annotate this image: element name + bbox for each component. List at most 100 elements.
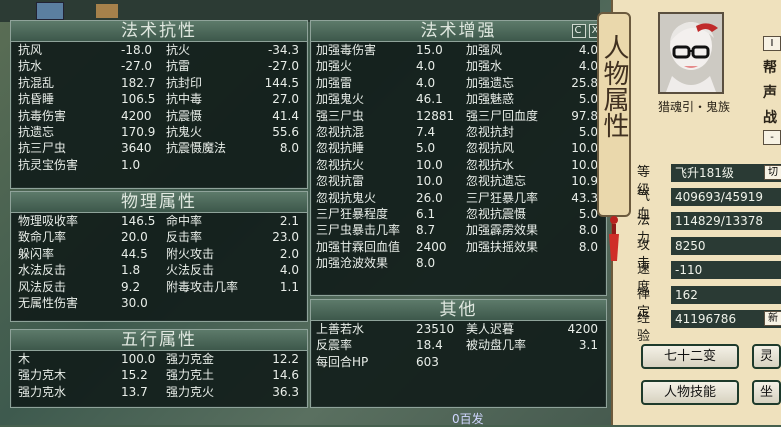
stat-label: 美人迟暮 bbox=[466, 322, 515, 336]
stat-label: 反击率 bbox=[166, 230, 203, 245]
stat-label: 附火攻击 bbox=[166, 246, 215, 261]
stat-row: 抗毒伤害 4200 抗震慑 41.4 bbox=[11, 108, 307, 124]
stat-label: 躲闪率 bbox=[18, 246, 55, 261]
stat-label: 火法反击 bbox=[166, 263, 215, 278]
stat-label: 忽视抗鬼火 bbox=[316, 190, 377, 205]
level-switch-button[interactable]: 切 bbox=[764, 165, 781, 180]
stat-label: 强三尸虫 bbox=[316, 108, 365, 123]
exp-button[interactable]: 新 bbox=[764, 311, 781, 326]
stat-label: 强力克火 bbox=[166, 384, 215, 399]
stat-label: 强三尸回血度 bbox=[466, 108, 539, 123]
stat-value: 170.9 bbox=[121, 124, 156, 139]
stat-value: 44.5 bbox=[121, 246, 148, 261]
stat-value: 9.2 bbox=[121, 279, 141, 294]
mount-button[interactable]: 坐 bbox=[752, 380, 781, 405]
stat-row: 每回合HP 603 bbox=[311, 354, 606, 370]
stat-label: 加强扶摇效果 bbox=[466, 239, 539, 254]
stat-label: 加强鬼火 bbox=[316, 92, 365, 107]
stat-label: 忽视抗睡 bbox=[316, 141, 365, 156]
other-panel: 其他 上善若水 23510 美人迟暮 4200 反震率 18.4 被动盘几率 3.1 每回合HP… bbox=[310, 299, 607, 408]
stat-label: 抗灵宝伤害 bbox=[18, 157, 79, 172]
side-button-a[interactable]: I bbox=[763, 36, 781, 51]
stat-value: 4.0 bbox=[416, 59, 436, 74]
side-tab-gang[interactable]: 帮 bbox=[763, 57, 777, 77]
stat-label: 加强毒伤害 bbox=[316, 43, 377, 57]
stat-row: 加强鬼火 46.1 加强魅惑 5.0 bbox=[311, 91, 606, 107]
stat-value: 144.5 bbox=[264, 75, 299, 90]
stat-label: 忽视抗雷 bbox=[316, 174, 365, 189]
stat-row: 物理吸收率 146.5 命中率 2.1 bbox=[11, 213, 307, 229]
stat-row: 抗风 -18.0 抗火 -34.3 bbox=[11, 42, 307, 58]
stat-value: 41.4 bbox=[272, 108, 299, 123]
stat-label: 抗昏睡 bbox=[18, 92, 55, 107]
stat-value: 46.1 bbox=[416, 92, 443, 107]
side-tab-fame[interactable]: 声 bbox=[763, 82, 777, 102]
stat-row: 抗混乱 182.7 抗封印 144.5 bbox=[11, 75, 307, 91]
side-tab-battle[interactable]: 战 bbox=[763, 107, 777, 127]
panel-title: 物理属性 bbox=[11, 192, 307, 213]
stat-row: 三尸虫暴击几率 8.7 加强霹雳效果 8.0 bbox=[311, 222, 606, 238]
stat-field-value: -110 bbox=[671, 261, 781, 279]
stat-value: 23.0 bbox=[272, 230, 299, 245]
stat-value: 13.7 bbox=[121, 384, 148, 399]
stat-value: 4.0 bbox=[416, 75, 436, 90]
stat-label: 加强遗忘 bbox=[466, 75, 515, 90]
seventy-two-transformations-button[interactable]: 七十二变 bbox=[641, 344, 739, 369]
stat-value: 2400 bbox=[416, 239, 447, 254]
stat-value: -27.0 bbox=[121, 59, 153, 74]
stat-label: 抗毒伤害 bbox=[18, 108, 67, 123]
stat-label: 忽视抗遗忘 bbox=[466, 174, 527, 189]
stat-value: 23510 bbox=[416, 322, 455, 336]
stat-value: 100.0 bbox=[121, 352, 156, 366]
stat-label: 加强风 bbox=[466, 43, 503, 57]
five-elements-panel: 五行属性 木 100.0 强力克金 12.2 强力克木 15.2 强力克土 14.6 强力克水 1… bbox=[10, 329, 308, 408]
refresh-button[interactable]: C bbox=[572, 24, 586, 38]
stat-label: 抗中毒 bbox=[166, 92, 203, 107]
stat-value: 10.9 bbox=[571, 174, 598, 189]
stat-label: 抗三尸虫 bbox=[18, 141, 67, 156]
stat-value: 14.6 bbox=[272, 368, 299, 383]
stat-row: 加强沧波效果 8.0 bbox=[311, 255, 606, 271]
stat-row: 无属性伤害 30.0 bbox=[11, 295, 307, 311]
stat-row: 躲闪率 44.5 附火攻击 2.0 bbox=[11, 246, 307, 262]
stat-row: 忽视抗火 10.0 忽视抗水 10.0 bbox=[311, 157, 606, 173]
stat-value: 43.3 bbox=[571, 190, 598, 205]
chat-fragment: 0百发 bbox=[452, 412, 484, 426]
stat-label: 抗封印 bbox=[166, 75, 203, 90]
stat-value: 8.0 bbox=[416, 256, 436, 271]
stat-row: 忽视抗鬼火 26.0 三尸狂暴几率 43.3 bbox=[311, 190, 606, 206]
stat-label: 被动盘几率 bbox=[466, 338, 527, 353]
stat-value: 4200 bbox=[567, 322, 598, 336]
stat-label: 抗火 bbox=[166, 43, 191, 57]
stat-label: 无属性伤害 bbox=[18, 295, 79, 310]
stat-label: 强力克水 bbox=[18, 384, 67, 399]
stat-value: 5.0 bbox=[416, 141, 436, 156]
stat-label: 抗遗忘 bbox=[18, 124, 55, 139]
stat-value: 25.8 bbox=[571, 75, 598, 90]
stat-label: 三尸狂暴程度 bbox=[316, 206, 389, 221]
stat-value: 27.0 bbox=[272, 92, 299, 107]
stat-label: 附毒攻击几率 bbox=[166, 279, 239, 294]
stat-value: 30.0 bbox=[121, 295, 148, 310]
minimap-icon[interactable] bbox=[36, 2, 64, 20]
stat-row: 加强火 4.0 加强水 4.0 bbox=[311, 58, 606, 74]
character-skills-button[interactable]: 人物技能 bbox=[641, 380, 739, 405]
magic-boost-panel: 法术增强 C X 加强毒伤害 15.0 加强风 4.0 加强火 4.0 加强水 4.0 加强雷 4… bbox=[310, 20, 607, 296]
stat-row: 三尸狂暴程度 6.1 忽视抗震慑 5.0 bbox=[311, 206, 606, 222]
side-button-b[interactable]: - bbox=[763, 130, 781, 145]
stat-label: 忽视抗水 bbox=[466, 157, 515, 172]
stat-label: 抗风 bbox=[18, 43, 43, 57]
spirit-button[interactable]: 灵 bbox=[752, 344, 781, 369]
magic-resist-panel: 法术抗性 抗风 -18.0 抗火 -34.3 抗水 -27.0 抗雷 -27.0 抗混乱 182.… bbox=[10, 20, 308, 189]
stat-value: 1.8 bbox=[121, 263, 141, 278]
stat-value: 10.0 bbox=[416, 157, 443, 172]
stat-value: 26.0 bbox=[416, 190, 443, 205]
panel-title: 五行属性 bbox=[11, 330, 307, 351]
stat-row: 水法反击 1.8 火法反击 4.0 bbox=[11, 262, 307, 278]
stat-row: 强三尸虫 12881 强三尸回血度 97.8 bbox=[311, 108, 606, 124]
stat-label: 每回合HP bbox=[316, 354, 369, 369]
stat-label: 加强雷 bbox=[316, 75, 353, 90]
stat-value: 10.0 bbox=[571, 141, 598, 156]
stat-label: 抗水 bbox=[18, 59, 43, 74]
stat-label: 强力克土 bbox=[166, 368, 215, 383]
